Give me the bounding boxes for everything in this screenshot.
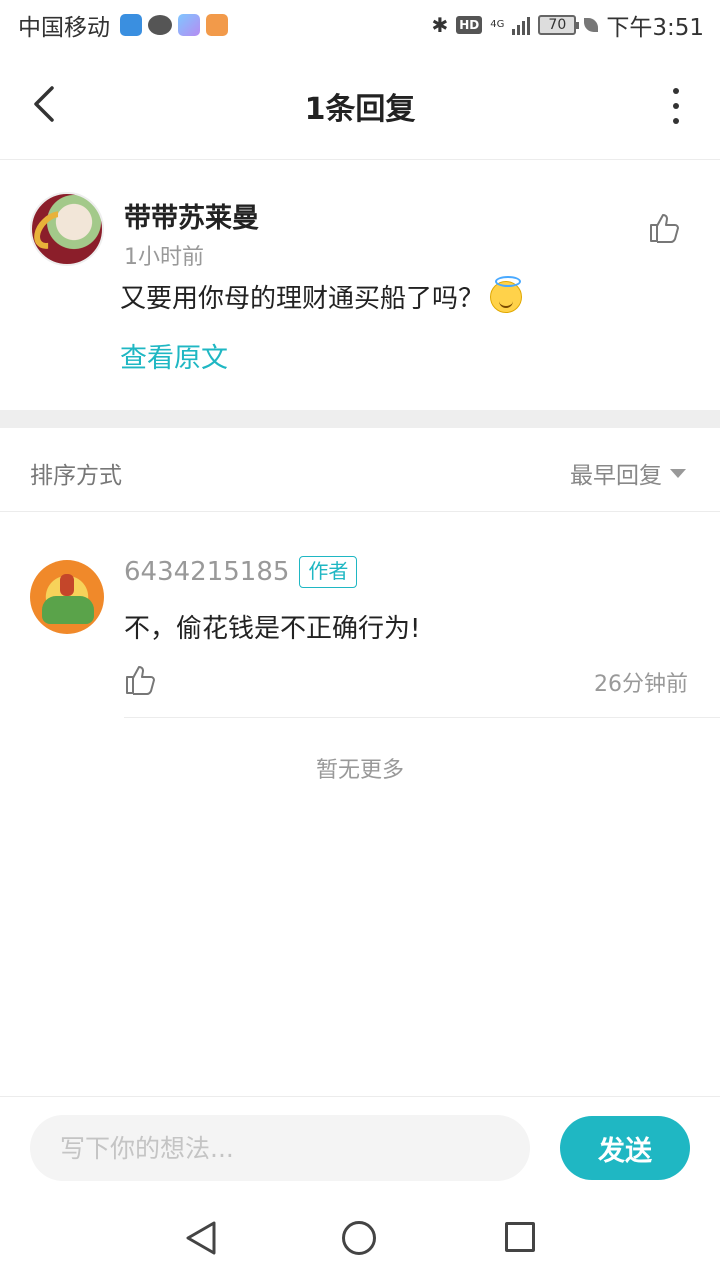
reply-time: 26分钟前 [594, 672, 688, 697]
sort-dropdown[interactable]: 最早回复 [570, 456, 686, 490]
nav-recents-button[interactable] [505, 1222, 535, 1252]
sort-label: 排序方式 [30, 463, 122, 489]
input-bar: 发送 [0, 1096, 720, 1200]
status-right: ✱ HD 4G 70 下午3:51 [431, 8, 704, 42]
header: 1条回复 [0, 50, 720, 160]
more-button[interactable] [670, 88, 682, 124]
avatar[interactable] [30, 560, 104, 634]
thumbs-up-icon [650, 214, 679, 243]
clock: 下午3:51 [606, 15, 704, 41]
carrier-label: 中国移动 [18, 15, 110, 41]
author-name[interactable]: 带带苏莱曼 [124, 196, 259, 235]
battery-icon: 70 [538, 15, 580, 35]
triangle-back-icon [186, 1221, 216, 1255]
more-vertical-icon [673, 88, 679, 94]
comment-text: 又要用你母的理财通买船了吗？ [120, 275, 523, 315]
reply-user: 6434215185 作者 [124, 556, 358, 588]
system-nav-bar [0, 1200, 720, 1280]
nav-back-button[interactable] [184, 1220, 218, 1260]
like-button[interactable] [124, 664, 156, 696]
signal-icon [512, 15, 531, 35]
divider [124, 717, 720, 718]
view-original-link[interactable]: 查看原文 [120, 336, 228, 375]
network-type: 4G [490, 19, 505, 30]
sort-row: 排序方式 最早回复 [0, 428, 720, 512]
no-more-label: 暂无更多 [315, 758, 404, 783]
thumbs-up-icon [126, 666, 155, 695]
leaf-icon [584, 18, 599, 32]
caret-down-icon [670, 468, 686, 478]
game-app-icon [178, 14, 200, 36]
comment-body: 又要用你母的理财通买船了吗？ [120, 284, 485, 314]
bluetooth-icon: ✱ [431, 13, 449, 37]
main-comment: 带带苏莱曼 1小时前 又要用你母的理财通买船了吗？ 查看原文 [0, 160, 720, 410]
reply-username[interactable]: 6434215185 [124, 557, 289, 587]
like-button[interactable] [648, 212, 680, 244]
send-button[interactable]: 发送 [560, 1116, 690, 1180]
post-time: 1小时前 [124, 245, 204, 270]
chat-app-icon [148, 15, 172, 35]
reply-text: 不，偷花钱是不正确行为! [124, 614, 421, 644]
smiling-face-with-halo-icon [490, 275, 523, 313]
page-title: 1条回复 [304, 92, 416, 127]
author-badge: 作者 [299, 556, 358, 588]
status-left: 中国移动 [18, 8, 228, 42]
section-divider [0, 410, 720, 428]
status-bar: 中国移动 ✱ HD 4G 70 下午3:51 [0, 0, 720, 50]
reply-item: 6434215185 作者 不，偷花钱是不正确行为! 26分钟前 [0, 512, 720, 718]
nav-home-button[interactable] [342, 1221, 376, 1255]
avatar[interactable] [30, 192, 104, 266]
video-app-icon [206, 14, 228, 36]
hd-indicator: HD [456, 16, 483, 34]
shield-app-icon [120, 14, 142, 36]
sort-selected: 最早回复 [570, 463, 662, 489]
comment-input[interactable] [30, 1115, 530, 1181]
